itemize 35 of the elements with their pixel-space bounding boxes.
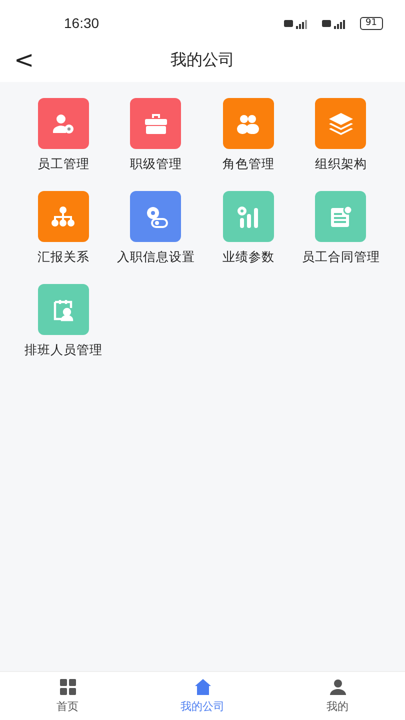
app-label: 员工合同管理 (302, 249, 380, 265)
app-label: 组织架构 (314, 156, 367, 172)
layers-icon (328, 112, 354, 136)
person-gear-icon (51, 112, 76, 136)
status-time: 16:30 (64, 15, 100, 31)
app-tile[interactable] (315, 98, 366, 149)
app-tile[interactable] (315, 191, 366, 242)
hierarchy-icon (51, 206, 76, 228)
page-title: 我的公司 (170, 50, 234, 70)
app-tile[interactable] (38, 284, 89, 335)
app-label: 员工管理 (37, 156, 90, 172)
grid-icon (60, 678, 76, 694)
app-label: 业绩参数 (222, 249, 274, 265)
battery-indicator: 91 (360, 16, 383, 30)
app-label: 角色管理 (222, 156, 274, 172)
user-icon (330, 678, 346, 694)
tab-button[interactable]: 我的公司 (135, 672, 270, 720)
tab-button[interactable]: 我的 (270, 672, 405, 720)
app-tile[interactable] (222, 191, 274, 242)
app-tile[interactable] (130, 191, 182, 242)
app-tile[interactable] (130, 98, 182, 149)
app-label: 职级管理 (130, 156, 182, 172)
document-icon (328, 204, 353, 228)
home-icon (194, 678, 210, 694)
tab-button[interactable]: 首页 (0, 672, 135, 720)
toolbox-icon (144, 112, 168, 134)
app-label: 汇报关系 (37, 249, 90, 265)
app-label: 排班人员管理 (24, 342, 102, 358)
people-icon (236, 112, 260, 134)
app-label: 入职信息设置 (116, 249, 195, 265)
app-tile[interactable] (222, 98, 274, 149)
app-tile[interactable] (38, 191, 89, 242)
schedule-icon (51, 298, 76, 322)
app-tile[interactable] (38, 98, 89, 149)
back-button[interactable]: < (10, 46, 38, 74)
